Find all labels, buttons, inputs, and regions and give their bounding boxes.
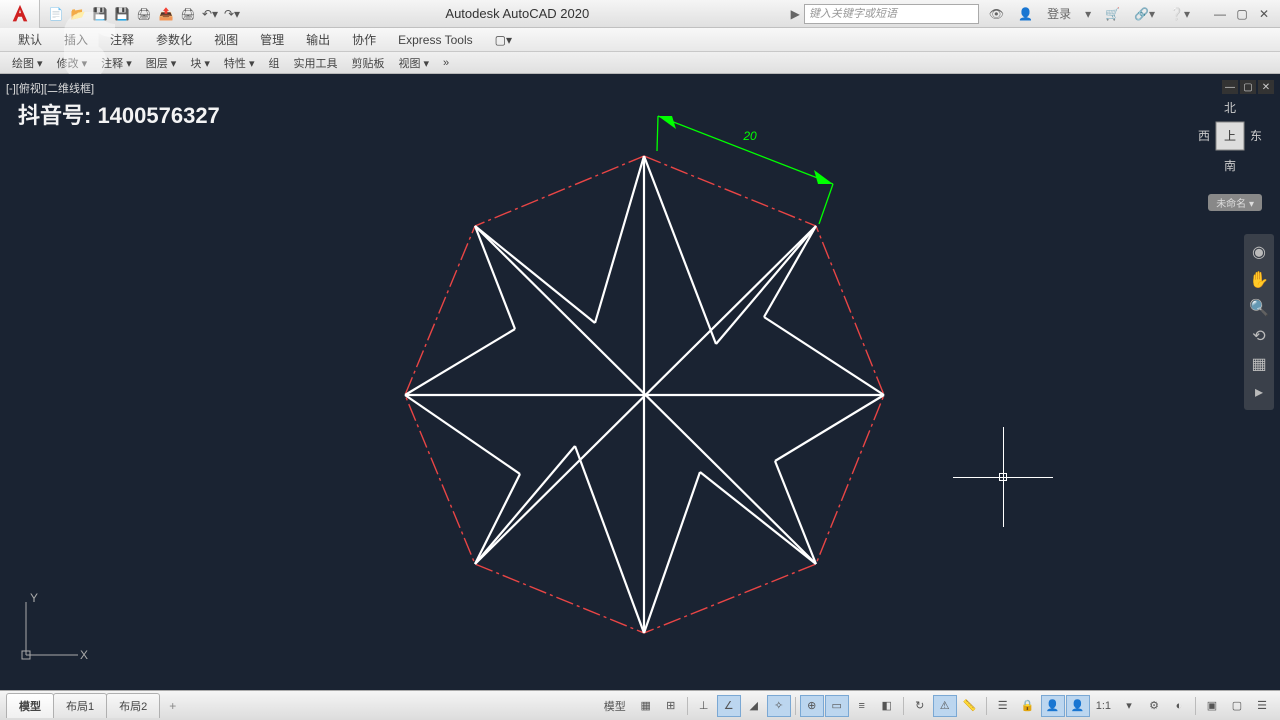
app-logo[interactable] [0,0,40,28]
close-icon[interactable]: ✕ [1254,6,1274,22]
view-unnamed-label[interactable]: 未命名 ▾ [1208,194,1262,211]
tab-view[interactable]: 视图 [204,28,248,51]
tab-parametric[interactable]: 参数化 [146,28,202,51]
cleanscreen-icon[interactable]: ▢ [1225,695,1249,717]
tab-layout2[interactable]: 布局2 [106,693,160,718]
print-icon[interactable]: 🖨 [178,4,198,24]
nav-pan-icon[interactable]: ✋ [1244,266,1274,294]
tab-output[interactable]: 输出 [296,28,340,51]
annoscale-icon[interactable]: 🔒 [1016,695,1040,717]
lwt-icon[interactable]: ≡ [850,695,874,717]
transparency-icon[interactable]: ◧ [875,695,899,717]
signin-icon[interactable]: 👤 [1014,5,1037,23]
saveas-icon[interactable]: 💾 [112,4,132,24]
search-input[interactable]: 键入关键字或短语 [804,4,979,24]
nav-more-icon[interactable]: ▸ [1244,378,1274,406]
nav-zoom-icon[interactable]: 🔍 [1244,294,1274,322]
search-play-icon[interactable]: ▶ [787,5,804,23]
help-icon[interactable]: ❔▾ [1165,5,1194,23]
tab-manage[interactable]: 管理 [250,28,294,51]
panel-annotate[interactable]: 注释 ▾ [95,53,138,73]
app-store-icon[interactable]: 🔗▾ [1130,5,1159,23]
panel-clipboard[interactable]: 剪贴板 [345,53,390,73]
nav-showmotion-icon[interactable]: ▦ [1244,350,1274,378]
annomonitor-icon[interactable]: ⚠ [933,695,957,717]
panel-utils[interactable]: 实用工具 [287,53,343,73]
quick-access-toolbar: 📄 📂 💾 💾 🖨 📤 🖨 ↶▾ ↷▾ [40,4,248,24]
tab-insert[interactable]: 插入 [54,28,98,51]
signin-label[interactable]: 登录 [1043,3,1075,24]
tab-default[interactable]: 默认 [8,28,52,51]
infocenter-icon[interactable]: 👁 [985,5,1008,23]
svg-text:20: 20 [742,129,757,143]
hardware-icon[interactable]: ◐ [1167,695,1191,717]
units-icon[interactable]: 📏 [958,695,982,717]
ribbon-panels: 绘图 ▾ 修改 ▾ 注释 ▾ 图层 ▾ 块 ▾ 特性 ▾ 组 实用工具 剪贴板 … [0,52,1280,74]
navigation-bar: ◉ ✋ 🔍 ⟲ ▦ ▸ [1244,234,1274,410]
minimize-icon[interactable]: — [1210,6,1230,22]
snap-icon[interactable]: ⊞ [659,695,683,717]
panel-group[interactable]: 组 [262,53,285,73]
tab-collaborate[interactable]: 协作 [342,28,386,51]
isolate-icon[interactable]: ▣ [1200,695,1224,717]
statusbar: 模型 布局1 布局2 + 模型 ▦ ⊞ ⊥ ∠ ◢ ✧ ⊕ ▭ ≡ ◧ ↻ ⚠ … [0,690,1280,720]
scale-label[interactable]: 1:1 [1091,695,1116,717]
otrack-icon[interactable]: ⊕ [800,695,824,717]
new-icon[interactable]: 📄 [46,4,66,24]
custom-icon[interactable]: ☰ [1250,695,1274,717]
publish-icon[interactable]: 📤 [156,4,176,24]
ribbon-tabs: 默认 插入 注释 参数化 视图 管理 输出 协作 Express Tools ▢… [0,28,1280,52]
star-figure [405,156,884,633]
dimension-20: 20 [657,116,833,224]
qp-icon[interactable]: ☰ [991,695,1015,717]
app-title: Autodesk AutoCAD 2020 [248,6,787,21]
dyn-icon[interactable]: ▭ [825,695,849,717]
ribbon-collapse-icon[interactable]: ▢▾ [485,30,522,50]
polar-icon[interactable]: ∠ [717,695,741,717]
tab-express[interactable]: Express Tools [388,30,482,50]
ws-icon[interactable]: ⚙ [1142,695,1166,717]
panel-draw[interactable]: 绘图 ▾ [6,53,49,73]
cycle-icon[interactable]: ↻ [908,695,932,717]
panel-modify[interactable]: 修改 ▾ [51,53,94,73]
maximize-icon[interactable]: ▢ [1232,6,1252,22]
status-model-label[interactable]: 模型 [597,695,633,717]
cart-icon[interactable]: 🛒 [1101,5,1124,23]
panel-props[interactable]: 特性 ▾ [218,53,261,73]
open-icon[interactable]: 📂 [68,4,88,24]
panel-layers[interactable]: 图层 ▾ [140,53,183,73]
nav-orbit-icon[interactable]: ⟲ [1244,322,1274,350]
tab-annotate[interactable]: 注释 [100,28,144,51]
osnap-icon[interactable]: ✧ [767,695,791,717]
ortho-icon[interactable]: ⊥ [692,695,716,717]
redo-icon[interactable]: ↷▾ [222,4,242,24]
save-icon[interactable]: 💾 [90,4,110,24]
tab-layout1[interactable]: 布局1 [53,693,107,718]
scale-chevron-icon[interactable]: ▾ [1117,695,1141,717]
iso-icon[interactable]: ◢ [742,695,766,717]
drawing-canvas[interactable]: [-][俯视][二维线框] 抖音号: 1400576327 — ▢ ✕ 20 [0,74,1280,690]
annovisibility-icon[interactable]: 👤 [1041,695,1065,717]
annoauto-icon[interactable]: 👤 [1066,695,1090,717]
panel-more[interactable]: » [437,55,455,71]
plot-icon[interactable]: 🖨 [134,4,154,24]
tab-model[interactable]: 模型 [6,693,54,718]
undo-icon[interactable]: ↶▾ [200,4,220,24]
panel-block[interactable]: 块 ▾ [184,53,216,73]
nav-wheel-icon[interactable]: ◉ [1244,238,1274,266]
signin-chevron-icon[interactable]: ▾ [1081,5,1095,23]
panel-view[interactable]: 视图 ▾ [392,53,435,73]
drawing-content: 20 [0,74,1280,690]
grid-icon[interactable]: ▦ [634,695,658,717]
tab-add-button[interactable]: + [159,695,186,717]
